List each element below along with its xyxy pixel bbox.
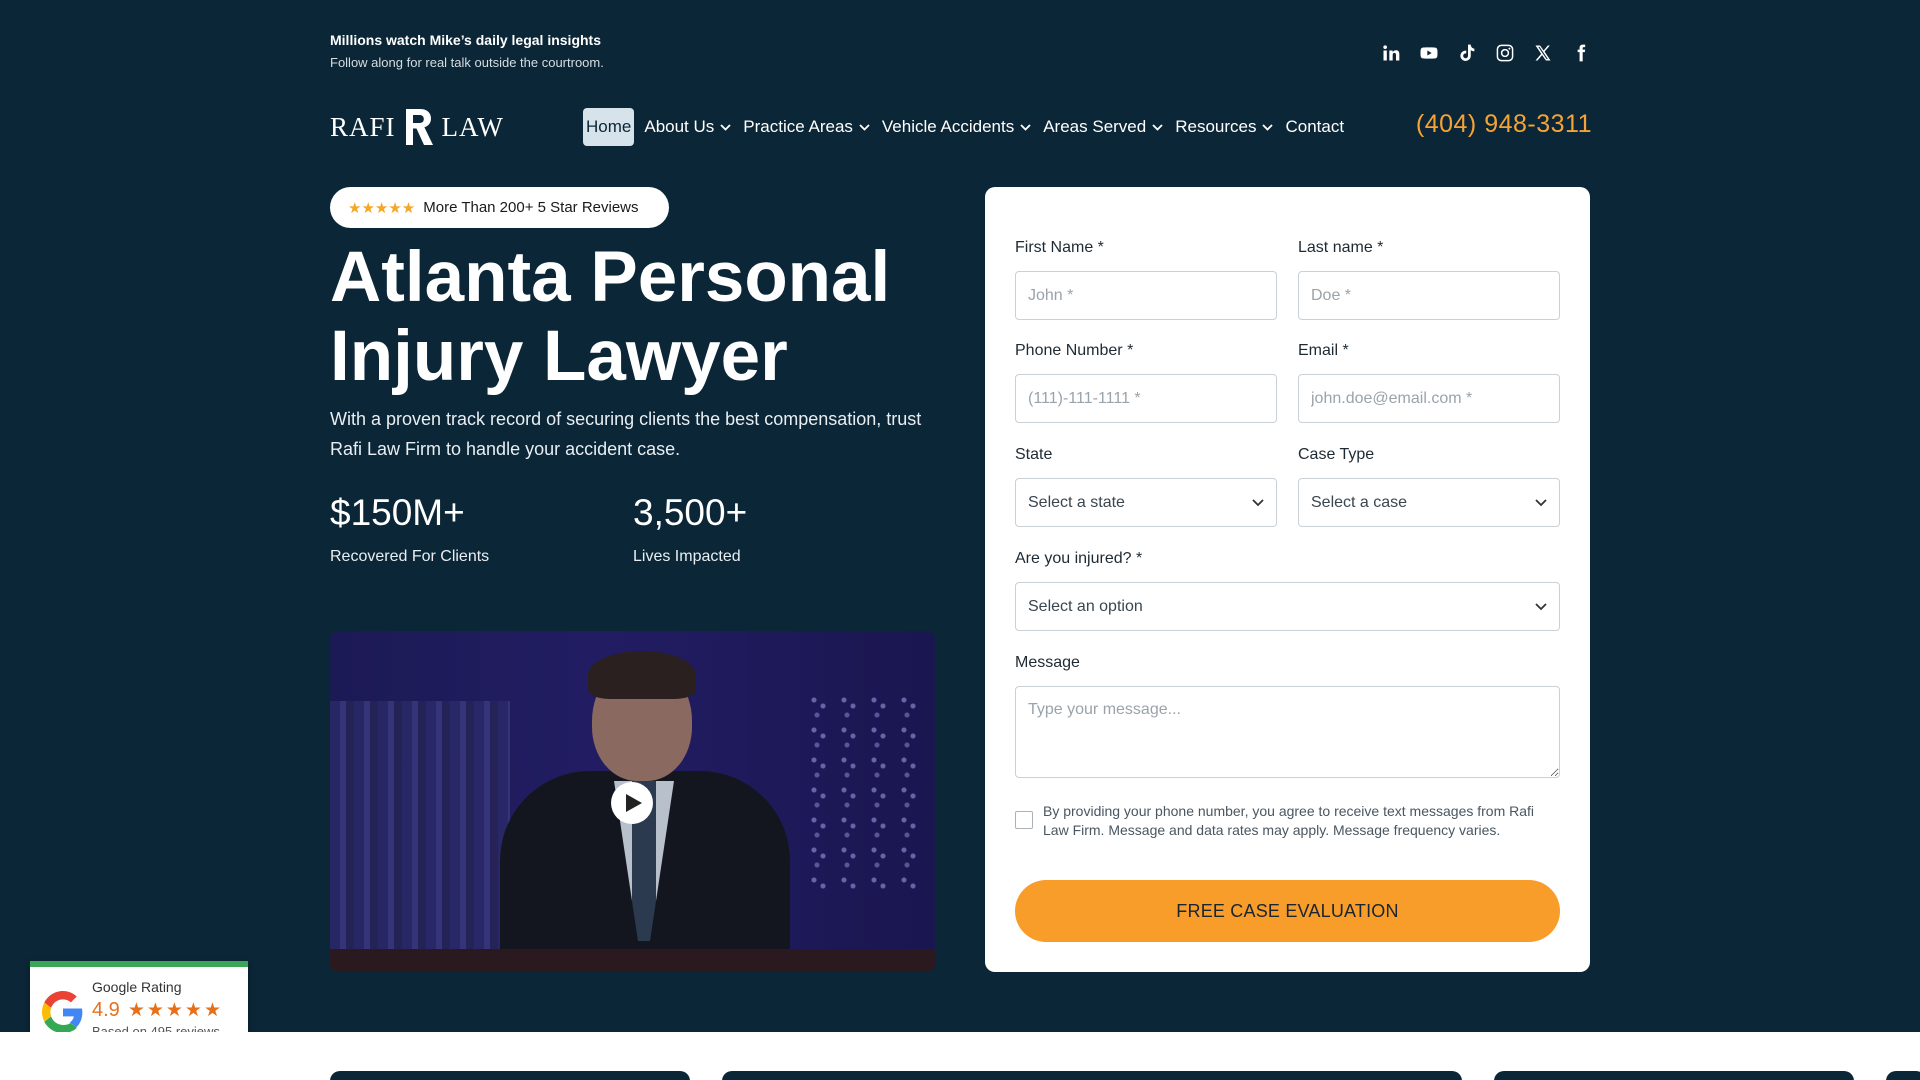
nav-item-label: Contact bbox=[1285, 117, 1345, 136]
case-type-label: Case Type bbox=[1298, 446, 1375, 463]
nav-menu: Home About Us Practice Areas Vehicle Acc… bbox=[583, 108, 1346, 146]
next-section-card bbox=[1886, 1071, 1920, 1080]
consent-text: By providing your phone number, you agre… bbox=[1043, 803, 1535, 838]
google-score-row: 4.9 ★★★★★ bbox=[92, 999, 223, 1022]
email-label: Email * bbox=[1298, 342, 1349, 359]
email-field[interactable] bbox=[1298, 374, 1560, 423]
play-button[interactable] bbox=[611, 782, 653, 824]
last-name-field[interactable] bbox=[1298, 271, 1560, 320]
nav-item-resources[interactable]: Resources bbox=[1173, 108, 1275, 146]
hero-description: With a proven track record of securing c… bbox=[330, 409, 922, 459]
google-stars-icon: ★★★★★ bbox=[127, 1000, 223, 1021]
intro-video[interactable] bbox=[330, 631, 935, 972]
injured-select-value: Select an option bbox=[1028, 597, 1143, 615]
nav-item-label: Resources bbox=[1175, 117, 1257, 136]
injured-label: Are you injured? * bbox=[1015, 550, 1143, 567]
nav-item-label: Home bbox=[586, 117, 632, 136]
chevron-down-icon bbox=[1020, 123, 1031, 131]
logo-text-right: LAW bbox=[441, 111, 504, 142]
page-title: Atlanta Personal Injury Lawyer bbox=[330, 238, 950, 396]
stat-recovered: $150M+ Recovered For Clients bbox=[330, 488, 489, 566]
sms-consent: By providing your phone number, you agre… bbox=[1015, 802, 1560, 840]
instagram-icon[interactable] bbox=[1494, 42, 1516, 64]
five-star-rating-icon: ★★★★★ bbox=[348, 199, 416, 217]
chevron-down-icon bbox=[1262, 123, 1274, 131]
top-bar: Millions watch Mike’s daily legal insigh… bbox=[330, 30, 1592, 80]
chevron-down-icon bbox=[1535, 498, 1547, 506]
video-presenter-hair bbox=[588, 651, 696, 699]
video-bookshelf bbox=[330, 701, 510, 951]
nav-item-vehicle-accidents[interactable]: Vehicle Accidents bbox=[880, 108, 1033, 146]
phone-label: Phone Number * bbox=[1015, 342, 1134, 359]
stat-lives-impacted: 3,500+ Lives Impacted bbox=[633, 488, 747, 566]
linkedin-icon[interactable] bbox=[1380, 42, 1402, 64]
chevron-down-icon bbox=[1152, 123, 1163, 131]
message-label: Message bbox=[1015, 654, 1080, 671]
page-title-line-2: Injury Lawyer bbox=[330, 317, 788, 396]
nav-item-label: About Us bbox=[644, 117, 715, 136]
last-name-label: Last name * bbox=[1298, 239, 1384, 256]
google-logo-icon bbox=[42, 991, 83, 1033]
stat-label: Lives Impacted bbox=[633, 548, 741, 565]
google-rating-title: Google Rating bbox=[92, 979, 182, 995]
message-field[interactable] bbox=[1015, 686, 1560, 778]
first-name-label: First Name * bbox=[1015, 239, 1104, 256]
phone-field[interactable] bbox=[1015, 374, 1277, 423]
nav-item-label: Vehicle Accidents bbox=[881, 117, 1015, 136]
x-icon[interactable] bbox=[1532, 42, 1554, 64]
video-background-lights bbox=[805, 691, 925, 891]
nav-item-contact[interactable]: Contact bbox=[1283, 108, 1346, 146]
google-rating-text: Google Rating 4.9 ★★★★★ Based on 495 rev… bbox=[92, 979, 223, 1039]
state-label: State bbox=[1015, 446, 1053, 463]
nav-item-about-us[interactable]: About Us bbox=[642, 108, 733, 146]
video-desk bbox=[330, 949, 935, 972]
stat-value: 3,500+ bbox=[633, 492, 748, 533]
social-links bbox=[1380, 42, 1592, 64]
nav-item-practice-areas[interactable]: Practice Areas bbox=[741, 108, 872, 146]
case-type-select[interactable]: Select a case bbox=[1298, 478, 1560, 527]
nav-item-label: Practice Areas bbox=[743, 117, 853, 136]
reviews-pill-text: More Than 200+ 5 Star Reviews bbox=[423, 199, 639, 216]
tiktok-icon[interactable] bbox=[1456, 42, 1478, 64]
free-case-evaluation-button[interactable]: FREE CASE EVALUATION bbox=[1015, 880, 1560, 942]
injured-select[interactable]: Select an option bbox=[1015, 582, 1560, 631]
next-section-card bbox=[1494, 1071, 1854, 1080]
case-evaluation-form: First Name * Last name * Phone Number * … bbox=[985, 187, 1590, 972]
reviews-pill: ★★★★★ More Than 200+ 5 Star Reviews bbox=[330, 187, 669, 228]
first-name-field[interactable] bbox=[1015, 271, 1277, 320]
r-logo-mark-icon bbox=[405, 109, 433, 145]
chevron-down-icon bbox=[720, 123, 731, 131]
phone-link[interactable]: (404) 948-3311 bbox=[1416, 110, 1592, 139]
nav-item-home[interactable]: Home bbox=[583, 108, 635, 146]
stat-label: Recovered For Clients bbox=[330, 548, 490, 565]
case-type-select-value: Select a case bbox=[1311, 493, 1408, 511]
logo-text-left: RAFI bbox=[330, 111, 396, 142]
chevron-down-icon bbox=[1252, 498, 1264, 506]
chevron-down-icon bbox=[859, 123, 870, 131]
stat-value: $150M+ bbox=[330, 492, 465, 533]
next-section-card bbox=[330, 1071, 690, 1080]
main-nav: RAFI LAW Home About Us Practice Areas Ve… bbox=[330, 104, 1594, 150]
nav-item-label: Areas Served bbox=[1043, 117, 1147, 136]
play-icon bbox=[625, 794, 642, 812]
chevron-down-icon bbox=[1535, 602, 1547, 610]
rafi-law-logo[interactable]: RAFI LAW bbox=[330, 108, 583, 146]
nav-item-areas-served[interactable]: Areas Served bbox=[1041, 108, 1165, 146]
facebook-icon[interactable] bbox=[1570, 42, 1592, 64]
state-select-value: Select a state bbox=[1028, 493, 1125, 511]
state-select[interactable]: Select a state bbox=[1015, 478, 1277, 527]
youtube-icon[interactable] bbox=[1418, 42, 1440, 64]
next-section-card bbox=[722, 1071, 1462, 1080]
page-title-line-1: Atlanta Personal bbox=[330, 238, 891, 317]
google-score: 4.9 bbox=[92, 999, 120, 1021]
consent-checkbox[interactable] bbox=[1015, 811, 1033, 829]
